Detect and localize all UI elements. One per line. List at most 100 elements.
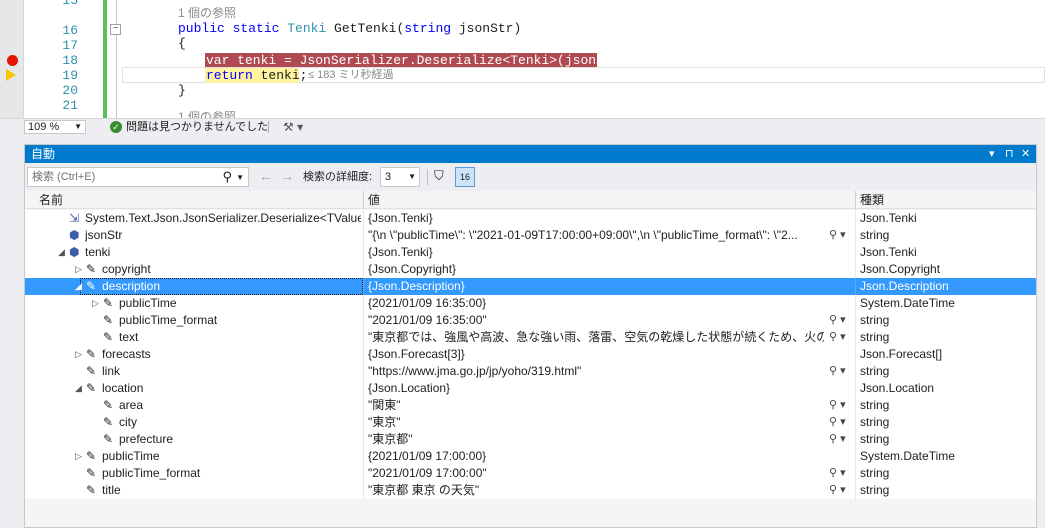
property-icon: ✎: [86, 279, 97, 293]
grid-row-text[interactable]: ✎ text "東京都では、強風や高波、急な強い雨、落雷、空気の乾燥した状態が続くた…: [25, 329, 1036, 346]
variable-value[interactable]: "2021/01/09 17:00:00": [368, 466, 824, 481]
visualizer-icon[interactable]: ⚲ ▾: [829, 313, 846, 328]
hex-display-button[interactable]: 16: [455, 167, 475, 187]
grid-row-title[interactable]: ✎ title "東京都 東京 の天気" ⚲ ▾ string: [25, 482, 1036, 499]
autos-title-bar[interactable]: 自動 ▾ ⊓ ✕: [25, 145, 1036, 163]
variable-value[interactable]: {Json.Copyright}: [368, 262, 852, 277]
variable-type: System.DateTime: [860, 449, 955, 463]
search-next-icon[interactable]: →: [280, 168, 294, 184]
visualizer-icon[interactable]: ⚲ ▾: [829, 364, 846, 379]
column-value-header[interactable]: 値: [368, 193, 380, 207]
grid-row-link[interactable]: ✎ link "https://www.jma.go.jp/jp/yoho/319.…: [25, 363, 1036, 380]
issues-status-text[interactable]: 問題は見つかりませんでした: [126, 121, 268, 134]
chevron-down-icon[interactable]: ▼: [236, 171, 244, 184]
pin-filter-icon[interactable]: ⛉: [434, 168, 444, 184]
variable-value[interactable]: {Json.Forecast[3]}: [368, 347, 852, 362]
variable-value[interactable]: "関東": [368, 398, 824, 413]
cell-divider: [855, 312, 856, 329]
variable-value[interactable]: "東京": [368, 415, 824, 430]
cell-divider: [363, 414, 364, 431]
grid-row-tenki[interactable]: ◢ ⬢ tenki {Json.Tenki} Json.Tenki: [25, 244, 1036, 261]
expand-icon[interactable]: ▷: [75, 347, 82, 362]
search-icon[interactable]: ⚲: [222, 169, 232, 185]
visualizer-icon[interactable]: ⚲ ▾: [829, 432, 846, 447]
variable-value[interactable]: {Json.Location}: [368, 381, 852, 396]
search-previous-icon[interactable]: ←: [259, 168, 273, 184]
grid-row-description[interactable]: ◢ ✎ description {Json.Description} Json.Desc…: [25, 278, 1036, 295]
variable-name: description: [102, 279, 161, 293]
code-cleanup-icon[interactable]: ⚒ ▾: [283, 120, 303, 134]
variable-value[interactable]: {2021/01/09 16:35:00}: [368, 296, 852, 311]
grid-row-jsonstr[interactable]: ⬢ jsonStr "{\n \"publicTime\": \"2021-01-0…: [25, 227, 1036, 244]
visualizer-icon[interactable]: ⚲ ▾: [829, 415, 846, 430]
local-variable-icon: ⬢: [69, 245, 80, 259]
grid-row-publictime[interactable]: ▷ ✎ publicTime {2021/01/09 16:35:00} System.…: [25, 295, 1036, 312]
visualizer-icon[interactable]: ⚲ ▾: [829, 466, 846, 481]
grid-row-publictime_format[interactable]: ✎ publicTime_format "2021/01/09 17:00:00" ⚲…: [25, 465, 1036, 482]
property-icon: ✎: [103, 415, 114, 429]
property-icon: ✎: [86, 347, 97, 361]
grid-row-forecasts[interactable]: ▷ ✎ forecasts {Json.Forecast[3]} Json.Foreca…: [25, 346, 1036, 363]
close-icon[interactable]: ✕: [1021, 146, 1030, 162]
collapse-icon[interactable]: ◢: [58, 245, 65, 260]
code-editor[interactable]: 15 16 17 18 19 20 21 − 1 個の参照 public sta…: [0, 0, 1045, 118]
code-keyword: return: [206, 68, 253, 83]
expand-icon[interactable]: ▷: [75, 449, 82, 464]
grid-row-copyright[interactable]: ▷ ✎ copyright {Json.Copyright} Json.Copyrigh…: [25, 261, 1036, 278]
perf-tip[interactable]: ≤ 183 ミリ秒経過: [308, 68, 394, 83]
variable-name: copyright: [102, 262, 151, 276]
search-depth-select[interactable]: 3 ▼: [380, 167, 420, 187]
variable-type: string: [860, 313, 890, 327]
variable-value[interactable]: "東京都": [368, 432, 824, 447]
window-menu-button[interactable]: ▾: [989, 146, 995, 162]
expand-icon[interactable]: ▷: [75, 262, 82, 277]
column-splitter[interactable]: [363, 191, 364, 209]
grid-row-prefecture[interactable]: ✎ prefecture "東京都" ⚲ ▾ string: [25, 431, 1036, 448]
variable-value[interactable]: "{\n \"publicTime\": \"2021-01-09T17:00:…: [368, 228, 824, 243]
visualizer-icon[interactable]: ⚲ ▾: [829, 330, 846, 345]
variable-type: Json.Copyright: [860, 262, 941, 276]
variable-value[interactable]: {Json.Description}: [368, 279, 852, 294]
grid-row-location[interactable]: ◢ ✎ location {Json.Location} Json.Location: [25, 380, 1036, 397]
collapse-region-button[interactable]: −: [110, 24, 121, 35]
property-icon: ✎: [103, 296, 114, 310]
line-number: 19: [62, 68, 78, 83]
codelens-references[interactable]: 1 個の参照: [178, 110, 236, 118]
variable-name: publicTime: [102, 449, 160, 463]
grid-row-area[interactable]: ✎ area "関東" ⚲ ▾ string: [25, 397, 1036, 414]
variable-value[interactable]: "2021/01/09 16:35:00": [368, 313, 824, 328]
collapse-icon[interactable]: ◢: [75, 381, 82, 396]
zoom-select[interactable]: 109 % ▼: [24, 120, 86, 134]
search-input[interactable]: 検索 (Ctrl+E) ⚲ ▼: [27, 167, 249, 187]
variable-value[interactable]: "https://www.jma.go.jp/jp/yoho/319.html": [368, 364, 824, 379]
variable-value[interactable]: {Json.Tenki}: [368, 211, 852, 226]
pin-icon[interactable]: ⊓: [1005, 146, 1014, 162]
grid-row-publictime_format[interactable]: ✎ publicTime_format "2021/01/09 16:35:00" ⚲…: [25, 312, 1036, 329]
visualizer-icon[interactable]: ⚲ ▾: [829, 398, 846, 413]
editor-status-bar: 109 % ▼ ✓ 問題は見つかりませんでした ⚒ ▾: [0, 118, 1045, 135]
variable-value[interactable]: "東京都では、強風や高波、急な強い雨、落雷、空気の乾燥した状態が続くため、火の.…: [368, 330, 824, 345]
codelens-references[interactable]: 1 個の参照: [178, 6, 236, 21]
grid-row-city[interactable]: ✎ city "東京" ⚲ ▾ string: [25, 414, 1036, 431]
grid-row-publictime[interactable]: ▷ ✎ publicTime {2021/01/09 17:00:00} System.…: [25, 448, 1036, 465]
variable-type: Json.Tenki: [860, 211, 917, 225]
breakpoint-icon[interactable]: [7, 55, 18, 66]
grid-row-system-text-json-jsonserializer-deserialize-tvalue[interactable]: ⇲ System.Text.Json.JsonSerializer.Deseria…: [25, 210, 1036, 227]
cell-divider: [363, 261, 364, 278]
property-icon: ✎: [86, 364, 97, 378]
variable-value[interactable]: {2021/01/09 17:00:00}: [368, 449, 852, 464]
column-name-header[interactable]: 名前: [39, 193, 63, 207]
variable-value[interactable]: {Json.Tenki}: [368, 245, 852, 260]
property-icon: ✎: [103, 398, 114, 412]
cell-divider: [363, 465, 364, 482]
variable-value[interactable]: "東京都 東京 の天気": [368, 483, 824, 498]
code-keyword: string: [404, 21, 452, 36]
column-type-header[interactable]: 種類: [860, 193, 884, 207]
column-splitter[interactable]: [855, 191, 856, 209]
cell-divider: [855, 244, 856, 261]
expand-icon[interactable]: ▷: [92, 296, 99, 311]
collapse-icon[interactable]: ◢: [75, 279, 82, 294]
cell-divider: [855, 329, 856, 346]
visualizer-icon[interactable]: ⚲ ▾: [829, 228, 846, 243]
visualizer-icon[interactable]: ⚲ ▾: [829, 483, 846, 498]
